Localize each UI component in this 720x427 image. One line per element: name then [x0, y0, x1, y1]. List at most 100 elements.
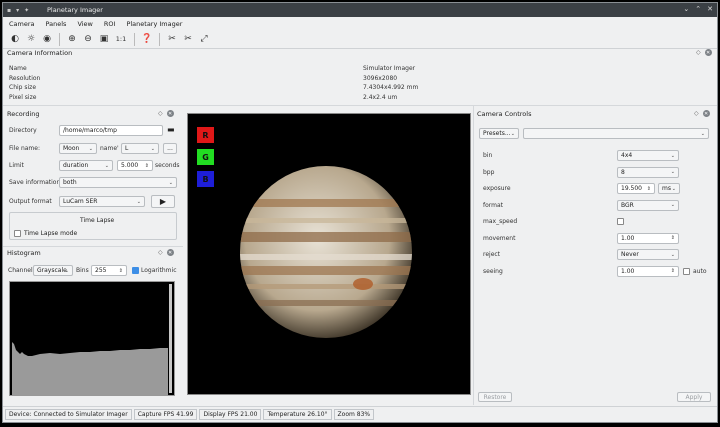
device-status: Device: Connected to Simulator Imager — [5, 409, 132, 420]
control-seeing-input[interactable]: 1.00 ⇕ — [617, 265, 679, 277]
menu-roi[interactable]: ROI — [104, 20, 116, 28]
pin-icon[interactable]: ✦ — [24, 7, 29, 14]
control-label-seeing: seeing — [483, 267, 503, 275]
contrast-icon[interactable]: ◐ — [9, 33, 21, 45]
histogram-bars — [12, 342, 168, 395]
limit-label: Limit — [9, 162, 24, 169]
float-icon[interactable]: ◇ — [696, 49, 701, 56]
limit-type-combo[interactable]: duration ⌄ — [59, 160, 113, 171]
timelapse-group: Time Lapse Time Lapse mode — [9, 212, 177, 240]
exposure-unit-combo[interactable]: ms ⌄ — [658, 183, 680, 194]
control-label-reject: reject — [483, 251, 501, 258]
save-info-combo[interactable]: both ⌄ — [59, 177, 177, 188]
apply-button[interactable]: Apply — [677, 392, 711, 402]
menu-panels[interactable]: Panels — [46, 20, 67, 28]
filename-prefix-combo[interactable]: Moon ⌄ — [59, 143, 97, 154]
camera-info-label: Chip size — [9, 84, 37, 91]
display-fps-status: Display FPS 21.00 — [199, 409, 262, 420]
output-format-combo[interactable]: LuCam SER ⌄ — [59, 196, 145, 207]
status-bar: Device: Connected to Simulator Imager Ca… — [3, 406, 717, 422]
close-icon[interactable]: ✕ — [707, 5, 713, 13]
restore-button[interactable]: Restore — [478, 392, 512, 402]
fullscreen-icon[interactable]: ⤢ — [198, 33, 210, 45]
control-bpp-input[interactable]: 8 ⌄ — [617, 166, 679, 178]
control-label-exposure: exposure — [483, 185, 511, 192]
control-reject-input[interactable]: Never ⌄ — [617, 249, 679, 260]
camera-info-title: Camera Information — [7, 49, 73, 57]
help-icon[interactable]: ❓ — [141, 33, 153, 45]
control-movement-input[interactable]: 1.00 ⇕ — [617, 232, 679, 244]
directory-input[interactable]: /home/marco/tmp — [59, 125, 163, 136]
close-panel-icon[interactable]: ✕ — [166, 110, 174, 117]
main-window: ▪ ▾ ✦ Planetary Imager ⌄ ⌃ ✕ Camera Pane… — [2, 2, 718, 423]
temperature-status: Temperature 26.10° — [263, 409, 332, 420]
window-menu-icon[interactable]: ▪ — [7, 7, 11, 14]
control-label-format: format — [483, 201, 504, 209]
control-exposure-input[interactable]: 19.500 ⇕ — [617, 183, 655, 194]
camera-info-value: Simulator Imager — [363, 65, 416, 72]
planet-image — [240, 166, 412, 338]
histogram-title: Histogram — [7, 249, 41, 257]
menu-bar: Camera Panels View ROI Planetary Imager — [3, 17, 717, 30]
bins-spin[interactable]: 255 ⇕ — [91, 265, 127, 276]
filename-label: File name: — [9, 145, 40, 152]
title-bar: ▪ ▾ ✦ Planetary Imager ⌄ ⌃ ✕ — [3, 3, 717, 17]
channel-label: Channel — [8, 267, 33, 274]
zoom-real-button[interactable]: 1:1 — [114, 33, 128, 45]
zoom-out-icon[interactable]: ⊖ — [82, 33, 94, 45]
minimize-icon[interactable]: ⌄ — [683, 5, 689, 13]
bins-label: Bins — [76, 267, 89, 274]
play-icon: ▶ — [159, 197, 167, 206]
capture-fps-status: Capture FPS 41.99 — [133, 409, 198, 420]
save-info-label: Save information — [9, 179, 61, 186]
histogram-scrollbar[interactable] — [169, 284, 172, 393]
camera-info-label: Pixel size — [9, 93, 37, 101]
zoom-in-icon[interactable]: ⊕ — [66, 33, 78, 45]
keep-above-icon[interactable]: ▾ — [16, 7, 19, 14]
camera-controls-title: Camera Controls — [477, 110, 532, 118]
menu-planetary-imager[interactable]: Planetary Imager — [126, 20, 182, 28]
close-panel-icon[interactable]: ✕ — [702, 110, 710, 117]
timelapse-label: Time Lapse mode — [24, 230, 78, 237]
settings-sun-icon[interactable]: ☼ — [25, 33, 37, 45]
histogram-plot — [9, 281, 175, 396]
toolbar: ◐ ☼ ◉ ⊕ ⊖ ▣ 1:1 ❓ ✂ ✂ ⤢ — [3, 30, 717, 49]
presets-combo[interactable]: Presets... ⌄ — [479, 128, 519, 139]
clear-roi-icon[interactable]: ✂ — [182, 33, 194, 45]
maximize-icon[interactable]: ⌃ — [695, 5, 701, 13]
max-speed-checkbox[interactable] — [617, 218, 624, 225]
close-panel-icon[interactable]: ✕ — [166, 249, 174, 256]
menu-camera[interactable]: Camera — [9, 20, 35, 28]
channel-combo[interactable]: Grayscale ⌄ — [33, 265, 73, 276]
start-recording-button[interactable]: ▶ — [151, 195, 175, 208]
more-button[interactable]: ... — [163, 143, 177, 154]
seeing-auto-checkbox[interactable] — [683, 267, 690, 275]
window-title: Planetary Imager — [47, 6, 103, 14]
float-icon[interactable]: ◇ — [694, 110, 699, 117]
crop-icon[interactable]: ✂ — [166, 33, 178, 45]
control-format-input[interactable]: BGR ⌄ — [617, 199, 679, 211]
limit-value-spin[interactable]: 5.000 ⇕ — [117, 160, 153, 171]
close-panel-icon[interactable]: ✕ — [704, 49, 712, 56]
float-icon[interactable]: ◇ — [158, 110, 163, 117]
zoom-fit-icon[interactable]: ▣ — [98, 33, 110, 45]
camera-info-label: Resolution — [9, 74, 41, 82]
menu-view[interactable]: View — [77, 20, 92, 28]
logarithmic-label: Logarithmic — [141, 267, 177, 274]
control-label-movement: movement — [483, 234, 516, 242]
titlebar-icons: ▪ ▾ ✦ — [7, 7, 47, 14]
seeing-auto-label: auto — [693, 267, 707, 275]
timelapse-title: Time Lapse — [80, 217, 115, 224]
folder-icon[interactable]: ▬ — [167, 125, 175, 134]
image-view[interactable]: R G B — [187, 113, 471, 395]
control-bin-input[interactable]: 4x4 ⌄ — [617, 150, 679, 161]
zoom-status: Zoom 83% — [333, 409, 375, 420]
preset-name-combo[interactable]: ⌄ — [523, 128, 709, 139]
control-label-max-speed: max_speed — [483, 218, 518, 225]
filename-suffix-combo[interactable]: L ⌄ — [121, 143, 159, 154]
record-icon[interactable]: ◉ — [41, 33, 53, 45]
timelapse-checkbox[interactable] — [14, 230, 21, 237]
float-icon[interactable]: ◇ — [158, 249, 163, 256]
logarithmic-checkbox[interactable] — [132, 267, 139, 274]
camera-info-value: 2.4x2.4 um — [363, 93, 398, 101]
